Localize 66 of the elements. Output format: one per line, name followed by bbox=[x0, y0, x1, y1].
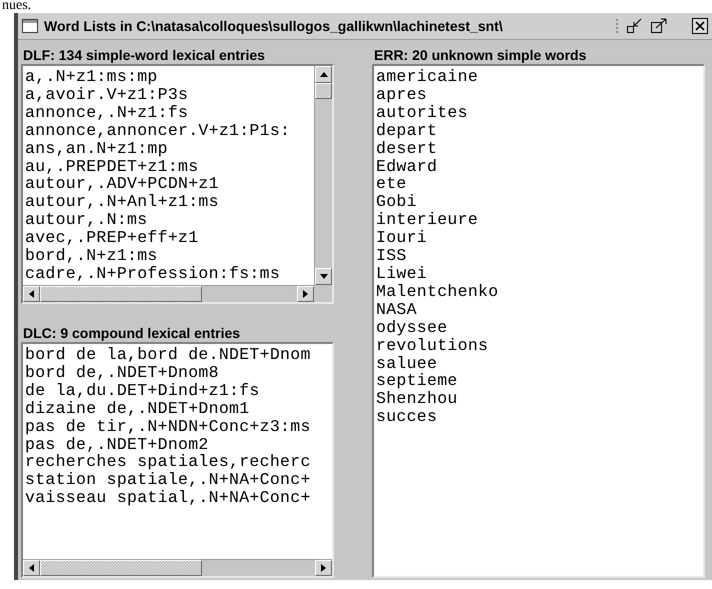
list-item[interactable]: a,avoir.V+z1:P3s bbox=[25, 86, 188, 104]
panel-heading: ERR: 20 unknown simple words bbox=[373, 46, 588, 64]
list-item[interactable]: revolutions bbox=[376, 336, 488, 354]
list-item[interactable]: bord de,.NDET+Dnom8 bbox=[25, 364, 219, 382]
scroll-thumb[interactable] bbox=[40, 560, 202, 576]
list-box[interactable]: americaine apres autorites depart desert Edward ete Gobi interieure Iouri ISS Liwei Malentchenko NASA odyssee revolutions saluee septieme Shenzhou succes bbox=[372, 64, 705, 578]
window-icon bbox=[22, 19, 38, 33]
list-item[interactable]: americaine bbox=[376, 68, 478, 86]
list-item[interactable]: NASA bbox=[376, 300, 417, 319]
list-item[interactable]: de la,du.DET+Dind+z1:fs bbox=[25, 382, 260, 400]
list-item[interactable]: saluee bbox=[376, 354, 438, 372]
list-item[interactable]: Gobi bbox=[376, 193, 417, 212]
scroll-right-icon[interactable] bbox=[297, 286, 314, 302]
scroll-thumb[interactable] bbox=[315, 83, 332, 99]
vertical-scrollbar[interactable] bbox=[314, 66, 332, 285]
list-item[interactable]: bord,.N+z1:ms bbox=[25, 247, 158, 265]
list-item[interactable]: odyssee bbox=[376, 318, 448, 337]
list-item[interactable]: interieure bbox=[376, 211, 478, 230]
panel-heading: DLC: 9 compound lexical entries bbox=[22, 324, 242, 342]
list-item[interactable]: Edward bbox=[376, 158, 438, 176]
close-icon[interactable] bbox=[692, 18, 708, 34]
list-item[interactable]: autour,.N:ms bbox=[25, 211, 148, 230]
list-item[interactable]: apres bbox=[376, 86, 428, 104]
scroll-down-icon[interactable] bbox=[315, 268, 332, 285]
list-item[interactable]: ans,an.N+z1:mp bbox=[25, 140, 168, 158]
list-item[interactable]: annonce,.N+z1:fs bbox=[25, 104, 188, 122]
list-item[interactable]: vaisseau spatial,.N+NA+Conc+ bbox=[25, 489, 311, 508]
list-item[interactable]: pas de,.NDET+Dnom2 bbox=[25, 436, 209, 454]
list-item[interactable]: bord de la,bord de.NDET+Dnom bbox=[25, 346, 311, 364]
scroll-left-icon[interactable] bbox=[23, 286, 40, 302]
list-item[interactable]: Shenzhou bbox=[376, 390, 458, 408]
list-item[interactable]: ete bbox=[376, 175, 407, 194]
list-item[interactable]: Iouri bbox=[376, 229, 428, 248]
list-item[interactable]: septieme bbox=[376, 372, 458, 390]
list-item[interactable]: cadre,.N+Profession:fs:ms bbox=[25, 264, 280, 283]
maximize-icon[interactable] bbox=[650, 18, 668, 34]
list-item[interactable]: depart bbox=[376, 122, 438, 140]
window-title: Word Lists in C:\natasa\colloques\sullogos_gallikwn\lachinetest_snt\ bbox=[44, 18, 504, 34]
scroll-right-icon[interactable] bbox=[315, 560, 332, 576]
list-item[interactable]: station spatiale,.N+NA+Conc+ bbox=[25, 471, 311, 490]
list-item[interactable]: dizaine de,.NDET+Dnom1 bbox=[25, 400, 250, 418]
list-item[interactable]: Liwei bbox=[376, 264, 428, 283]
list-box[interactable] bbox=[21, 342, 334, 578]
list-item[interactable]: pas de tir,.N+NDN+Conc+z3:ms bbox=[25, 418, 311, 436]
scroll-up-icon[interactable] bbox=[315, 66, 332, 83]
text-fragment: nues. bbox=[1, 0, 32, 13]
horizontal-scrollbar[interactable] bbox=[23, 285, 314, 302]
minimize-icon[interactable] bbox=[626, 18, 644, 34]
list-item[interactable]: au,.PREPDET+z1:ms bbox=[25, 158, 198, 176]
list-item[interactable]: Malentchenko bbox=[376, 282, 498, 301]
list-item[interactable]: a,.N+z1:ms:mp bbox=[25, 68, 158, 86]
list-item[interactable]: ISS bbox=[376, 247, 407, 265]
list-item[interactable]: annonce,annoncer.V+z1:P1s: bbox=[25, 122, 290, 140]
horizontal-scrollbar[interactable] bbox=[23, 559, 332, 576]
scrollbar-corner bbox=[314, 285, 332, 302]
scroll-left-icon[interactable] bbox=[23, 560, 40, 576]
list-item[interactable]: autour,.N+Anl+z1:ms bbox=[25, 193, 219, 212]
scroll-thumb[interactable] bbox=[40, 286, 202, 302]
list-item[interactable]: autour,.ADV+PCDN+z1 bbox=[25, 175, 219, 194]
list-item[interactable]: succes bbox=[376, 408, 438, 426]
panel-heading: DLF: 134 simple-word lexical entries bbox=[22, 46, 266, 64]
list-box[interactable] bbox=[21, 64, 334, 304]
list-item[interactable]: desert bbox=[376, 140, 438, 158]
list-item[interactable]: recherches spatiales,recherc bbox=[25, 453, 311, 472]
list-item[interactable]: avec,.PREP+eff+z1 bbox=[25, 229, 198, 248]
list-item[interactable]: autorites bbox=[376, 104, 468, 122]
